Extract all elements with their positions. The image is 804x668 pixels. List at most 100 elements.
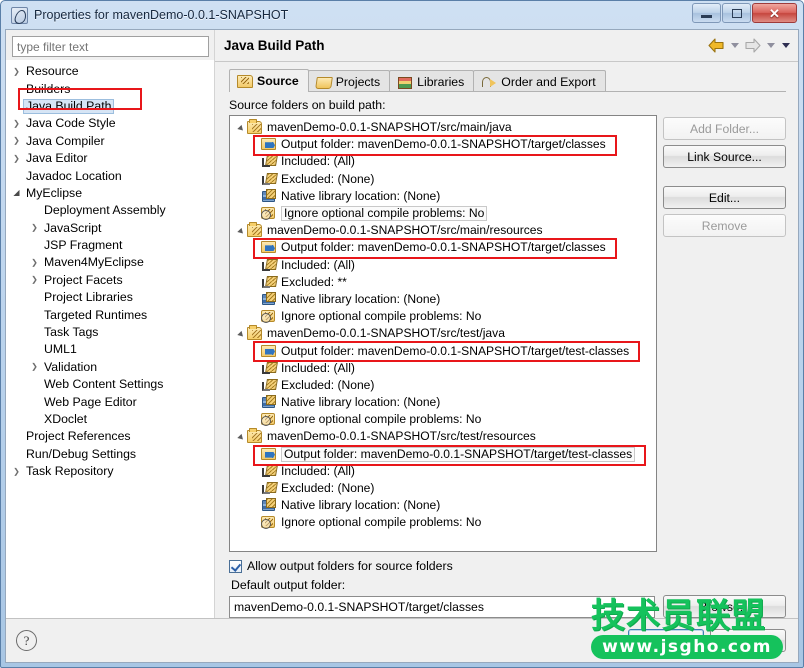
source-folder-attribute-row[interactable]: Included: (All) — [230, 153, 656, 170]
sidebar-item-targeted-runtimes[interactable]: Targeted Runtimes — [6, 306, 214, 323]
sidebar-item-task-tags[interactable]: Task Tags — [6, 324, 214, 341]
browse-button[interactable]: Browse... — [663, 595, 786, 618]
source-folder-attribute-row[interactable]: Native library location: (None) — [230, 394, 656, 411]
chevron-right-icon[interactable]: ❯ — [10, 67, 23, 76]
source-folder-attribute-row[interactable]: Ignore optional compile problems: No — [230, 514, 656, 531]
source-folder-attribute-row[interactable]: Output folder: mavenDemo-0.0.1-SNAPSHOT/… — [230, 136, 656, 153]
sidebar-item-resource[interactable]: ❯ Resource — [6, 63, 214, 80]
minimize-button[interactable] — [692, 3, 721, 23]
edit-button[interactable]: Edit... — [663, 186, 786, 209]
output-folder-section: Allow output folders for source folders … — [229, 552, 786, 618]
expand-triangle-icon[interactable] — [237, 227, 246, 236]
source-folder-attribute-row[interactable]: Included: (All) — [230, 463, 656, 480]
close-icon: ✕ — [769, 5, 780, 21]
source-folder-attribute-row[interactable]: Excluded: (None) — [230, 171, 656, 188]
sidebar-item-validation[interactable]: ❯ Validation — [6, 359, 214, 376]
sidebar-item-xdoclet[interactable]: XDoclet — [6, 411, 214, 428]
sidebar-item-java-build-path[interactable]: Java Build Path — [6, 98, 214, 115]
sidebar-item-project-references[interactable]: Project References — [6, 428, 214, 445]
chevron-right-icon[interactable]: ❯ — [28, 258, 41, 267]
source-folder-attribute-row[interactable]: Output folder: mavenDemo-0.0.1-SNAPSHOT/… — [230, 342, 656, 359]
link-source-button[interactable]: Link Source... — [663, 145, 786, 168]
source-folder-attribute-row[interactable]: Included: (All) — [230, 360, 656, 377]
source-folder-attribute-label: Ignore optional compile problems: No — [281, 309, 482, 324]
sidebar-item-project-facets[interactable]: ❯ Project Facets — [6, 272, 214, 289]
filter-input[interactable] — [12, 36, 209, 57]
settings-tree[interactable]: ❯ Resource Builders Java Build Path ❯ Java … — [6, 60, 214, 618]
source-folder-attribute-row[interactable]: Ignore optional compile problems: No — [230, 411, 656, 428]
back-history-dropdown-icon[interactable] — [728, 37, 741, 54]
source-folder-icon — [247, 428, 263, 444]
sidebar-item-javascript[interactable]: ❯ JavaScript — [6, 220, 214, 237]
sidebar-item-builders[interactable]: Builders — [6, 80, 214, 97]
source-folder-attribute-row[interactable]: Excluded: (None) — [230, 377, 656, 394]
default-output-folder-row: Browse... — [229, 595, 786, 618]
sidebar-item-label: JSP Fragment — [44, 238, 123, 253]
source-folder-attribute-row[interactable]: Output folder: mavenDemo-0.0.1-SNAPSHOT/… — [230, 239, 656, 256]
allow-output-folders-row[interactable]: Allow output folders for source folders — [229, 559, 786, 573]
sidebar-item-javadoc-location[interactable]: Javadoc Location — [6, 167, 214, 184]
sidebar-item-label: Task Tags — [44, 325, 99, 340]
source-folder-attribute-row[interactable]: Native library location: (None) — [230, 188, 656, 205]
maximize-button[interactable] — [722, 3, 751, 23]
chevron-right-icon[interactable]: ❯ — [28, 224, 41, 232]
sidebar-item-myeclipse[interactable]: ◢ MyEclipse — [6, 185, 214, 202]
sidebar-item-java-code-style[interactable]: ❯ Java Code Style — [6, 115, 214, 132]
close-button[interactable]: ✕ — [752, 3, 797, 23]
tab-libraries[interactable]: Libraries — [389, 70, 475, 92]
ok-button[interactable]: OK — [628, 629, 704, 652]
sidebar-item-deployment-assembly[interactable]: Deployment Assembly — [6, 202, 214, 219]
source-folders-body: mavenDemo-0.0.1-SNAPSHOT/src/main/java Ou… — [229, 115, 786, 552]
source-folder-attribute-row[interactable]: Ignore optional compile problems: No — [230, 308, 656, 325]
sidebar-item-task-repository[interactable]: ❯ Task Repository — [6, 463, 214, 480]
excluded-icon — [261, 481, 277, 496]
source-folder-attribute-row[interactable]: Native library location: (None) — [230, 291, 656, 308]
tab-source[interactable]: Source — [229, 69, 309, 92]
source-folder-attribute-row[interactable]: Native library location: (None) — [230, 497, 656, 514]
sidebar-item-project-libraries[interactable]: Project Libraries — [6, 289, 214, 306]
tab-label: Order and Export — [501, 74, 596, 89]
expand-triangle-icon[interactable] — [237, 330, 246, 339]
source-folder-attribute-row[interactable]: Output folder: mavenDemo-0.0.1-SNAPSHOT/… — [230, 446, 656, 463]
source-folder-attribute-row[interactable]: Ignore optional compile problems: No — [230, 205, 656, 222]
chevron-right-icon[interactable]: ❯ — [10, 467, 23, 476]
help-icon[interactable]: ? — [16, 630, 37, 651]
default-output-folder-input[interactable] — [229, 595, 655, 618]
sidebar-item-web-page-editor[interactable]: Web Page Editor — [6, 393, 214, 410]
source-folder-attribute-row[interactable]: Excluded: ** — [230, 274, 656, 291]
back-arrow-icon[interactable] — [707, 37, 726, 54]
tab-order-and-export[interactable]: Order and Export — [473, 70, 606, 92]
view-menu-icon[interactable] — [779, 37, 792, 54]
tab-projects[interactable]: Projects — [307, 70, 391, 92]
sidebar-item-jsp-fragment[interactable]: JSP Fragment — [6, 237, 214, 254]
allow-output-folders-checkbox[interactable] — [229, 559, 242, 573]
sidebar-item-label: Project References — [26, 429, 131, 444]
dialog-client-area: ❯Resource Builders Java Build Path❯Java … — [5, 29, 799, 663]
expand-triangle-icon[interactable] — [237, 124, 246, 133]
ignore-problems-icon — [261, 412, 277, 427]
sidebar-item-run-debug-settings[interactable]: Run/Debug Settings — [6, 446, 214, 463]
cancel-button[interactable]: Cancel — [710, 629, 786, 652]
expand-triangle-icon[interactable] — [237, 433, 246, 442]
properties-dialog-window: Properties for mavenDemo-0.0.1-SNAPSHOT … — [0, 0, 804, 668]
chevron-right-icon[interactable]: ❯ — [28, 363, 41, 371]
sidebar-item-web-content-settings[interactable]: Web Content Settings — [6, 376, 214, 393]
sidebar-item-uml1[interactable]: UML1 — [6, 341, 214, 358]
sidebar-item-java-compiler[interactable]: ❯ Java Compiler — [6, 133, 214, 150]
sidebar-item-maven4myeclipse[interactable]: ❯ Maven4MyEclipse — [6, 254, 214, 271]
source-folder-root-row[interactable]: mavenDemo-0.0.1-SNAPSHOT/src/main/resour… — [230, 222, 656, 239]
source-folder-root-row[interactable]: mavenDemo-0.0.1-SNAPSHOT/src/test/java — [230, 325, 656, 342]
chevron-right-icon[interactable]: ❯ — [10, 137, 23, 145]
source-folder-attribute-row[interactable]: Included: (All) — [230, 257, 656, 274]
source-folder-root-row[interactable]: mavenDemo-0.0.1-SNAPSHOT/src/main/java — [230, 119, 656, 136]
sidebar-item-label: Java Compiler — [26, 133, 105, 148]
source-folder-attribute-row[interactable]: Excluded: (None) — [230, 480, 656, 497]
chevron-right-icon[interactable]: ❯ — [10, 154, 23, 163]
source-folders-list[interactable]: mavenDemo-0.0.1-SNAPSHOT/src/main/java Ou… — [229, 115, 657, 552]
source-folder-root-row[interactable]: mavenDemo-0.0.1-SNAPSHOT/src/test/resour… — [230, 428, 656, 445]
sidebar-item-java-editor[interactable]: ❯ Java Editor — [6, 150, 214, 167]
dialog-body: ❯Resource Builders Java Build Path❯Java … — [6, 30, 798, 618]
chevron-right-icon[interactable]: ❯ — [10, 119, 23, 128]
chevron-right-icon[interactable]: ❯ — [28, 276, 41, 284]
chevron-down-icon[interactable]: ◢ — [10, 189, 23, 197]
